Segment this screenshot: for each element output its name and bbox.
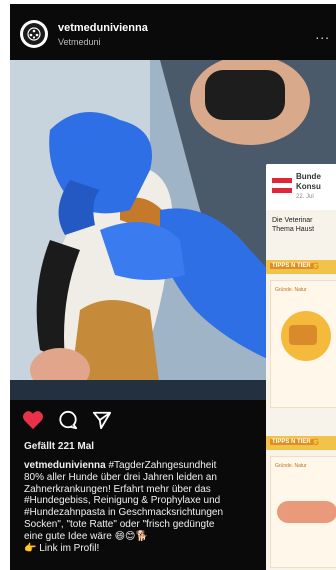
account-subname: Vetmeduni [58, 37, 101, 47]
poster-date: 22. Jul [296, 194, 314, 200]
poster-header: Bunde Konsu 22. Jul [266, 164, 336, 210]
poster-title-line: Konsu [296, 182, 321, 191]
tip-card-text: Gründe. Natur [275, 463, 307, 469]
infographic-overlay: Bunde Konsu 22. Jul Die Veterinar Thema … [266, 164, 336, 570]
poster-title-line: Bunde [296, 172, 321, 181]
tip-card: Gründe. Natur [270, 456, 336, 568]
tip-label: TIPPS N TIER [270, 263, 313, 269]
caption-username[interactable]: vetmedunivienna [24, 460, 106, 471]
profile-avatar[interactable] [20, 20, 48, 48]
tip-card: Gründe. Natur [270, 280, 336, 408]
jar-icon [289, 325, 317, 345]
tip-heading: G [312, 261, 320, 271]
poster-intro: Die Veterinar Thema Haust [272, 216, 314, 234]
tip-heading: G [312, 437, 320, 447]
heart-icon[interactable] [22, 410, 44, 435]
more-options-icon[interactable]: ... [315, 26, 330, 42]
tip-card-text: Gründe. Natur [275, 287, 307, 293]
like-count[interactable]: Gefällt 221 Mal [24, 441, 94, 452]
account-username[interactable]: vetmedunivienna [58, 22, 148, 34]
rat-illustration-icon [277, 501, 336, 523]
poster-intro-line: Thema Haust [272, 226, 315, 233]
send-icon[interactable] [92, 410, 112, 435]
comment-icon[interactable] [58, 410, 78, 435]
poster-title: Bunde Konsu [296, 172, 321, 192]
tip-banner: TIPPS N TIER G [266, 260, 336, 274]
tip-label: TIPPS N TIER [270, 439, 313, 445]
austria-flag-icon [272, 178, 292, 194]
caption-line: #TagderZahngesundheit [105, 460, 217, 471]
tip-banner: TIPPS N TIER G [266, 436, 336, 450]
vetmeduni-logo-icon [23, 23, 45, 45]
post-header: vetmedunivienna Vetmeduni ... [10, 4, 336, 60]
instagram-post: vetmedunivienna Vetmeduni ... Gefällt 22… [10, 4, 336, 570]
poster-intro-line: Die Veterinar [272, 217, 313, 224]
